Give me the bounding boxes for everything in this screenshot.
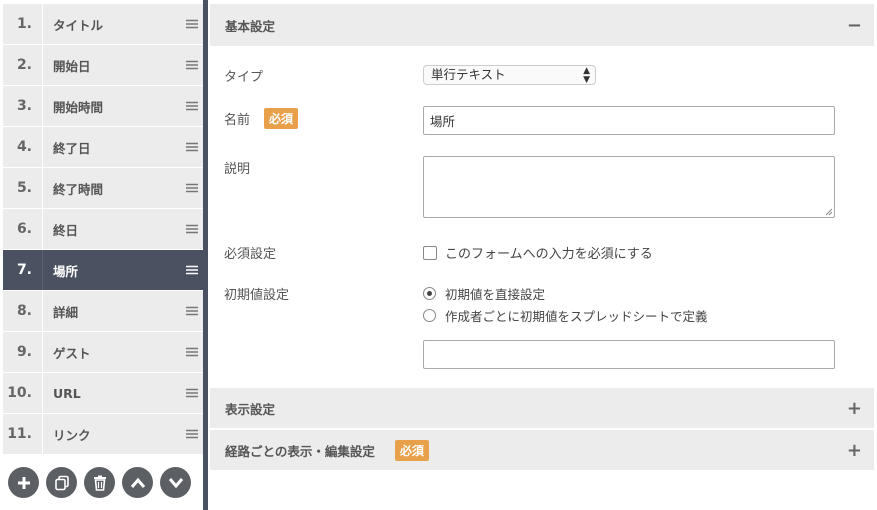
field-item[interactable]: 6. 終日 (3, 209, 203, 250)
field-settings-panel: 基本設定 − タイプ 単行テキスト ▲ ▼ 名前 必須 場所 説明 必須設定 この… (210, 4, 874, 500)
sidebar-divider (203, 0, 208, 510)
field-label: タイトル (53, 17, 104, 33)
field-label: リンク (53, 427, 91, 443)
field-item[interactable]: 2. 開始日 (3, 45, 203, 86)
plus-icon (17, 476, 30, 489)
move-up-button[interactable] (122, 467, 153, 498)
field-number: 8. (3, 291, 43, 331)
name-input[interactable]: 場所 (423, 106, 835, 135)
drag-handle-icon[interactable] (181, 265, 203, 275)
description-label: 説明 (224, 162, 251, 177)
drag-handle-icon[interactable] (181, 142, 203, 152)
drag-handle-icon[interactable] (181, 429, 203, 439)
field-label: 開始時間 (53, 99, 104, 115)
description-textarea[interactable] (423, 156, 835, 218)
section-title: 基本設定 (225, 18, 276, 34)
drag-handle-icon[interactable] (181, 101, 203, 111)
drag-handle-icon[interactable] (181, 60, 203, 70)
section-title: 表示設定 (225, 401, 276, 417)
required-checkbox-text: このフォームへの入力を必須にする (445, 247, 653, 262)
expand-icon[interactable]: + (847, 440, 862, 461)
drag-handle-icon[interactable] (181, 306, 203, 316)
basic-settings-header[interactable]: 基本設定 − (210, 4, 874, 46)
delete-field-button[interactable] (84, 467, 115, 498)
field-label: ゲスト (53, 345, 91, 361)
section-title: 経路ごとの表示・編集設定 (225, 443, 375, 459)
type-select[interactable]: 単行テキスト ▲ ▼ (423, 65, 596, 85)
initial-option-spreadsheet[interactable]: 作成者ごとに初期値をスプレッドシートで定義 (423, 306, 708, 325)
field-toolbar (8, 467, 191, 498)
duplicate-field-button[interactable] (46, 467, 77, 498)
drag-handle-icon[interactable] (181, 388, 203, 398)
trash-icon (93, 475, 106, 491)
collapse-icon[interactable]: − (847, 15, 862, 36)
required-checkbox[interactable] (423, 245, 437, 260)
initial-value-label: 初期値設定 (224, 288, 290, 303)
field-item[interactable]: 11. リンク (3, 414, 203, 455)
initial-option-direct-text: 初期値を直接設定 (445, 287, 546, 302)
initial-option-spreadsheet-text: 作成者ごとに初期値をスプレッドシートで定義 (445, 309, 708, 324)
empty-area (210, 470, 874, 500)
name-label-row: 名前 必須 (224, 108, 299, 129)
name-label: 名前 (224, 113, 251, 128)
field-number: 3. (3, 86, 43, 126)
drag-handle-icon[interactable] (181, 347, 203, 357)
radio-unselected[interactable] (423, 309, 436, 322)
radio-selected[interactable] (423, 287, 436, 300)
add-field-button[interactable] (8, 467, 39, 498)
field-label: 詳細 (53, 304, 79, 320)
chevron-down-icon (168, 477, 183, 488)
field-item[interactable]: 1. タイトル (3, 4, 203, 45)
field-item[interactable]: 5. 終了時間 (3, 168, 203, 209)
select-arrows-icon: ▲ ▼ (583, 66, 590, 85)
type-label: タイプ (224, 70, 264, 85)
expand-icon[interactable]: + (847, 398, 862, 419)
field-item[interactable]: 8. 詳細 (3, 291, 203, 332)
initial-value-input[interactable] (423, 340, 835, 369)
route-settings-header[interactable]: 経路ごとの表示・編集設定 必須 + (210, 430, 874, 470)
drag-handle-icon[interactable] (181, 224, 203, 234)
field-number: 10. (3, 373, 43, 413)
move-down-button[interactable] (160, 467, 191, 498)
name-input-value: 場所 (430, 114, 456, 129)
field-number: 11. (3, 414, 43, 454)
field-number: 5. (3, 168, 43, 208)
field-item[interactable]: 4. 終了日 (3, 127, 203, 168)
field-label: 場所 (53, 263, 79, 279)
field-number: 4. (3, 127, 43, 167)
drag-handle-icon[interactable] (181, 183, 203, 193)
field-item-selected[interactable]: 7. 場所 (3, 250, 203, 291)
resize-handle-icon[interactable] (825, 208, 833, 216)
field-item[interactable]: 3. 開始時間 (3, 86, 203, 127)
field-number: 6. (3, 209, 43, 249)
required-badge: 必須 (394, 439, 429, 461)
field-number: 1. (3, 4, 43, 44)
required-setting-label: 必須設定 (224, 247, 277, 262)
basic-settings-body: タイプ 単行テキスト ▲ ▼ 名前 必須 場所 説明 必須設定 このフォームへの入… (210, 46, 874, 388)
required-checkbox-row[interactable]: このフォームへの入力を必須にする (423, 243, 653, 262)
field-item[interactable]: 10. URL (3, 373, 203, 414)
field-list: 1. タイトル 2. 開始日 3. 開始時間 4. 終了日 5. 終了時間 6.… (3, 4, 203, 455)
field-sidebar: 1. タイトル 2. 開始日 3. 開始時間 4. 終了日 5. 終了時間 6.… (0, 0, 207, 510)
field-number: 2. (3, 45, 43, 85)
copy-icon (54, 475, 69, 490)
field-label: 終日 (53, 222, 79, 238)
field-label: 開始日 (53, 58, 91, 74)
type-select-value: 単行テキスト (431, 67, 506, 82)
drag-handle-icon[interactable] (181, 19, 203, 29)
field-number: 9. (3, 332, 43, 372)
display-settings-header[interactable]: 表示設定 + (210, 388, 874, 428)
field-label: URL (53, 385, 81, 401)
field-item[interactable]: 9. ゲスト (3, 332, 203, 373)
field-label: 終了時間 (53, 181, 104, 197)
field-number: 7. (3, 250, 43, 290)
initial-option-direct[interactable]: 初期値を直接設定 (423, 284, 545, 303)
required-badge: 必須 (264, 108, 299, 129)
chevron-up-icon (130, 477, 145, 488)
field-label: 終了日 (53, 140, 91, 156)
